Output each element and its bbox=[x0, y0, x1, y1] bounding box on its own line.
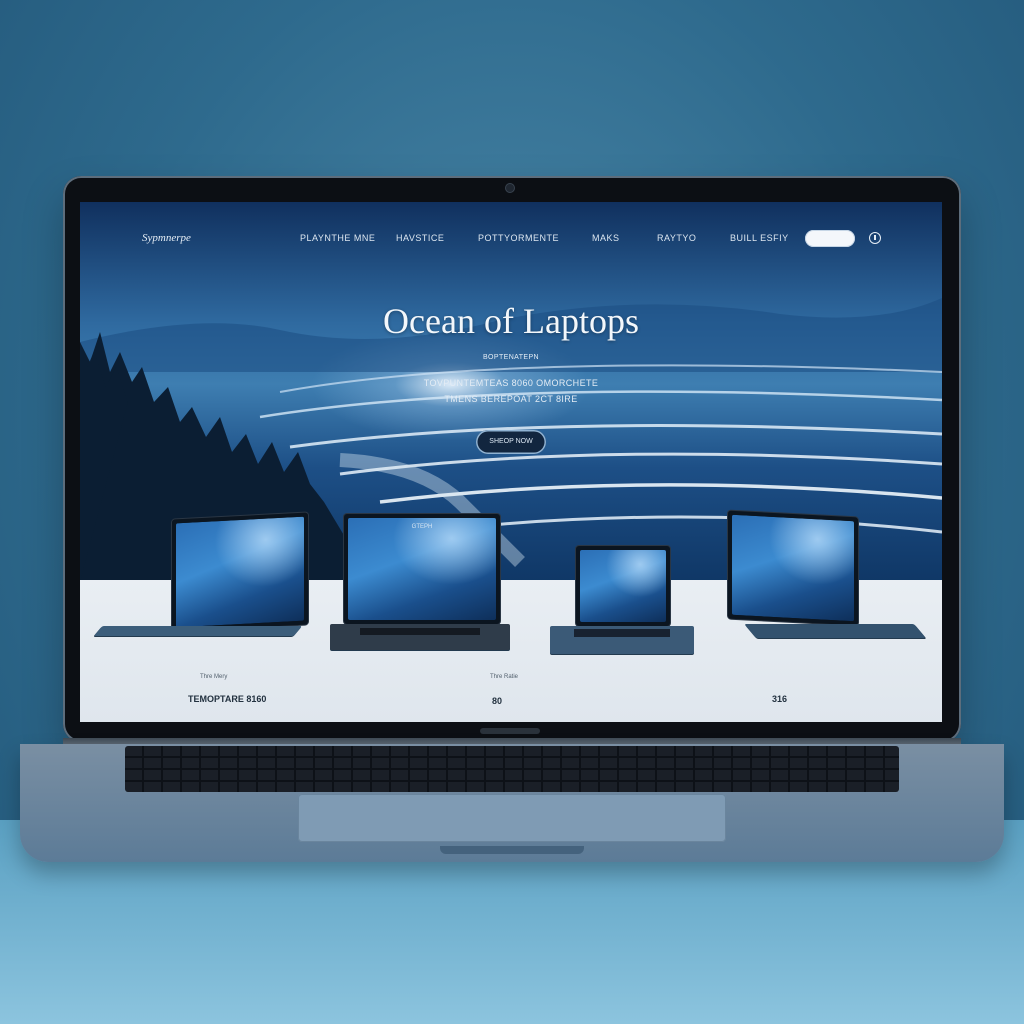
nav-item-4[interactable]: MAKS bbox=[592, 233, 620, 243]
hero-subtitle-line1: TOVPUNTEMTEAS 8060 OMORCHETE bbox=[423, 378, 599, 388]
laptop-screen: Sypmnerpe PLAYNTHE MNE HAVSTICE POTTYORM… bbox=[80, 202, 942, 722]
nav-item-6[interactable]: BUILL ESFIY bbox=[730, 233, 789, 243]
keyboard bbox=[125, 746, 899, 792]
nav-item-5[interactable]: RAYTYO bbox=[657, 233, 696, 243]
laptop-thumbnail-4 bbox=[728, 510, 858, 626]
webcam-icon bbox=[506, 184, 514, 192]
laptop-thumbnail-1 bbox=[172, 512, 308, 632]
shop-now-button[interactable]: SHEOP NOW bbox=[476, 430, 546, 454]
hero-subtitle-line2: TMENS BEREPOAT 2CT 8IRE bbox=[444, 394, 578, 404]
laptop-thumbnail-base-4 bbox=[744, 624, 926, 638]
trackpad bbox=[298, 794, 726, 842]
product-caption-1: Thre Mery bbox=[200, 674, 228, 680]
laptop-thumbnail-base-3 bbox=[550, 626, 694, 654]
product-price-1: TEMOPTARE 8160 bbox=[188, 694, 267, 704]
laptop-thumbnail-base-2 bbox=[330, 624, 510, 650]
laptop-thumbnail-base-1 bbox=[93, 626, 303, 636]
lid-open-notch bbox=[440, 846, 584, 854]
product-price-4: 316 bbox=[772, 694, 788, 704]
site-logo[interactable]: Sypmnerpe bbox=[142, 232, 191, 244]
nav-item-3[interactable]: POTTYORMENTE bbox=[478, 233, 559, 243]
product-price-3: 80 bbox=[492, 696, 503, 706]
hero-kicker: BOPTENATEPN bbox=[482, 354, 539, 361]
top-navigation: Sypmnerpe PLAYNTHE MNE HAVSTICE POTTYORM… bbox=[80, 202, 942, 272]
user-icon[interactable] bbox=[869, 232, 881, 244]
laptop-thumbnail-3 bbox=[576, 546, 670, 626]
nav-item-1[interactable]: PLAYNTHE MNE bbox=[300, 233, 375, 243]
product-showcase: Thre Mery TEMOPTARE 8160 GTEPH Thre Rati… bbox=[80, 510, 942, 722]
hinge-brand-plate bbox=[480, 728, 540, 734]
laptop-thumbnail-2: GTEPH bbox=[344, 514, 500, 624]
nav-action-button[interactable] bbox=[805, 230, 855, 247]
hero-title: Ocean of Laptops bbox=[383, 301, 639, 341]
nav-item-2[interactable]: HAVSTICE bbox=[396, 233, 444, 243]
laptop-thumbnail-2-label: GTEPH bbox=[411, 524, 433, 530]
product-caption-3: Thre Ratie bbox=[490, 674, 519, 680]
